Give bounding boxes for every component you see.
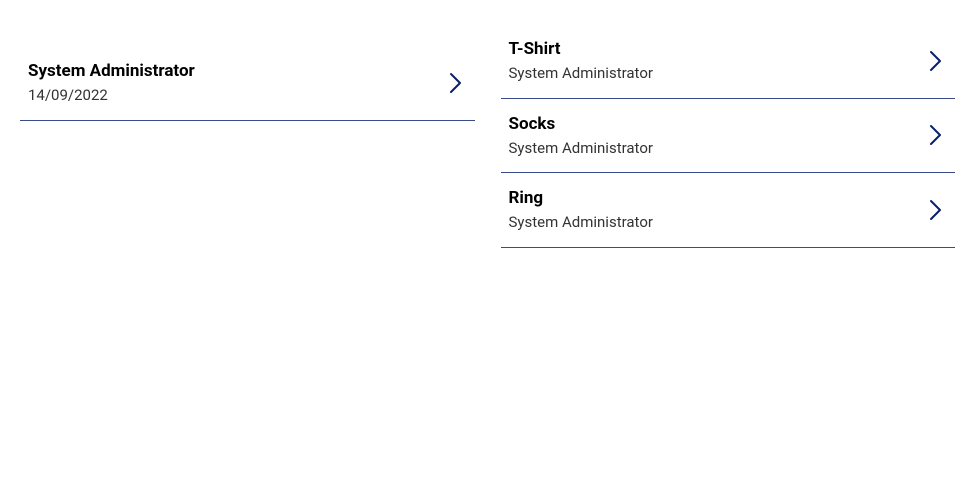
item-subtitle: 14/09/2022 [28, 86, 195, 106]
list-item[interactable]: T-Shirt System Administrator [501, 24, 956, 99]
left-column: System Administrator 14/09/2022 [20, 24, 475, 478]
list-item[interactable]: Ring System Administrator [501, 173, 956, 248]
chevron-right-icon [449, 71, 463, 95]
item-subtitle: System Administrator [509, 213, 653, 233]
list-item[interactable]: System Administrator 14/09/2022 [20, 46, 475, 121]
chevron-right-icon [929, 123, 943, 147]
item-title: Ring [509, 187, 653, 209]
item-title: Socks [509, 113, 653, 135]
item-text: System Administrator 14/09/2022 [28, 60, 195, 106]
right-column: T-Shirt System Administrator Socks Syste… [501, 24, 956, 478]
item-text: T-Shirt System Administrator [509, 38, 653, 84]
list-item[interactable]: Socks System Administrator [501, 99, 956, 174]
item-title: T-Shirt [509, 38, 653, 60]
chevron-right-icon [929, 49, 943, 73]
item-subtitle: System Administrator [509, 64, 653, 84]
item-subtitle: System Administrator [509, 139, 653, 159]
item-title: System Administrator [28, 60, 195, 82]
item-text: Socks System Administrator [509, 113, 653, 159]
item-text: Ring System Administrator [509, 187, 653, 233]
chevron-right-icon [929, 198, 943, 222]
